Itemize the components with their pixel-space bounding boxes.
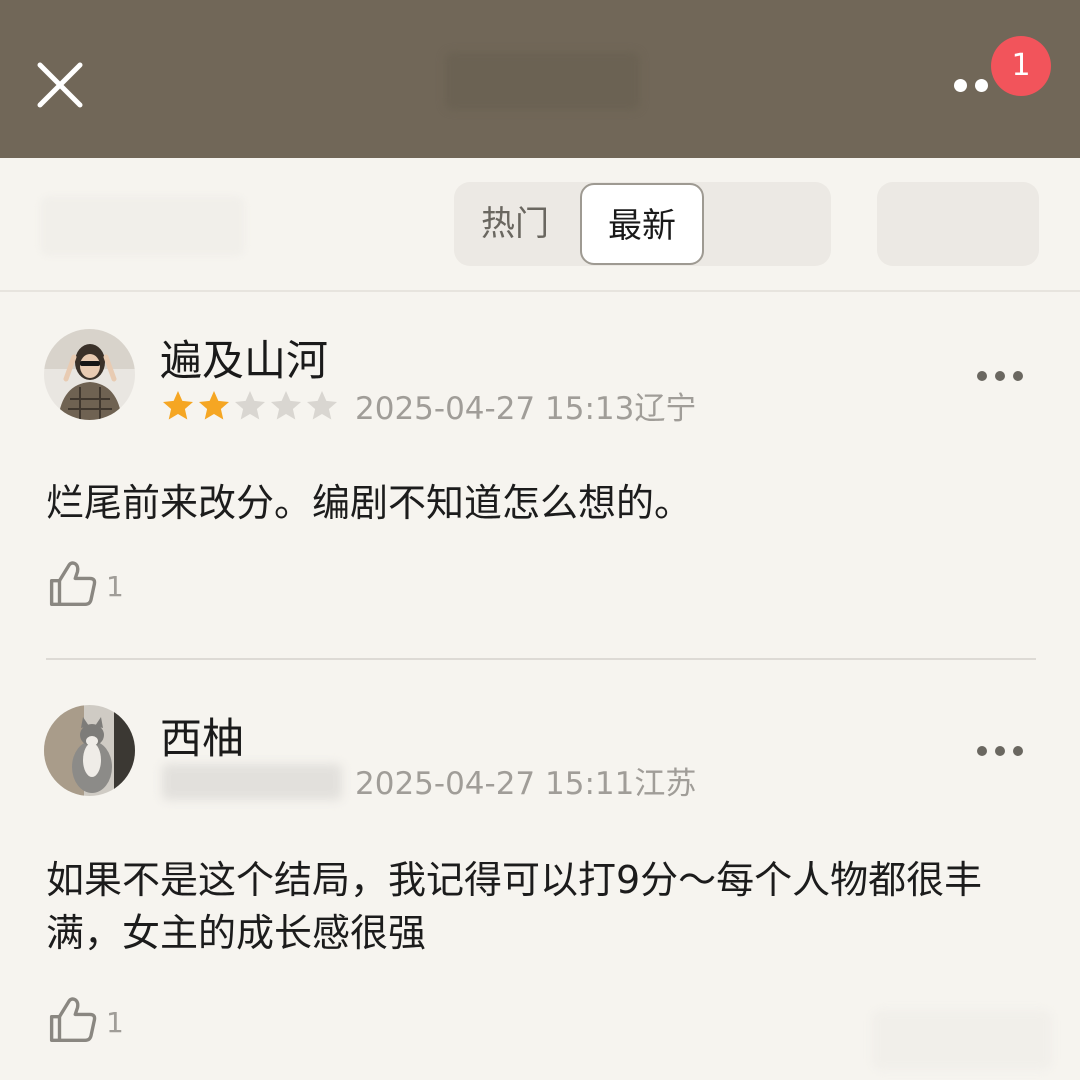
more-icon-dot: [1013, 371, 1023, 381]
comment-more-button[interactable]: [975, 742, 1025, 762]
username[interactable]: 西柚: [160, 714, 244, 764]
username[interactable]: 遍及山河: [160, 336, 328, 386]
filter-bar: 热门 最新: [0, 158, 1080, 292]
more-icon-dot: [995, 371, 1005, 381]
star-filled-icon: [199, 391, 229, 420]
sort-segmented-control: 热门 最新: [454, 182, 831, 266]
more-icon-dot: [975, 79, 988, 92]
more-icon-dot: [995, 746, 1005, 756]
comment-divider: [46, 658, 1036, 660]
star-empty-icon: [235, 391, 265, 420]
close-button[interactable]: [30, 55, 90, 115]
blurred-user-tag: [162, 764, 342, 800]
blurred-bottom-element: [872, 1010, 1052, 1070]
tab-latest[interactable]: 最新: [580, 183, 704, 265]
tab-hot[interactable]: 热门: [454, 182, 576, 266]
more-icon-dot: [1013, 746, 1023, 756]
close-icon: [37, 62, 83, 108]
thumbs-up-icon: [49, 561, 97, 606]
like-count: 1: [106, 569, 124, 603]
star-empty-icon: [307, 391, 337, 420]
like-count: 1: [106, 1005, 124, 1039]
comment-timestamp: 2025-04-27 15:13辽宁: [355, 391, 697, 427]
blurred-filter-left: [40, 196, 245, 256]
comment-text: 烂尾前来改分。编剧不知道怎么想的。: [46, 481, 693, 525]
comment-item: 遍及山河 2025-04-27 15:13辽宁 烂尾前来改分。编剧不知道怎么想的…: [0, 292, 1080, 660]
avatar-image: [44, 705, 135, 796]
avatar[interactable]: [44, 329, 135, 420]
star-rating: [160, 388, 340, 428]
comment-timestamp: 2025-04-27 15:11江苏: [355, 766, 697, 802]
page-title-blurred: [445, 52, 640, 110]
avatar[interactable]: [44, 705, 135, 796]
thumbs-up-icon: [49, 997, 97, 1042]
like-button[interactable]: 1: [46, 990, 124, 1050]
more-icon: [977, 371, 987, 381]
comment-more-button[interactable]: [975, 367, 1025, 387]
comment-text: 如果不是这个结局，我记得可以打9分～每个人物都很丰满，女主的成长感很强: [46, 858, 983, 955]
blurred-filter-right[interactable]: [877, 182, 1039, 266]
star-empty-icon: [271, 391, 301, 420]
more-icon: [977, 746, 987, 756]
star-filled-icon: [163, 391, 193, 420]
avatar-image: [44, 329, 135, 420]
top-bar: 1: [0, 0, 1080, 158]
like-button[interactable]: 1: [46, 554, 124, 614]
tab-blurred[interactable]: [716, 182, 831, 266]
more-icon: [954, 79, 967, 92]
notification-badge: 1: [991, 36, 1051, 96]
